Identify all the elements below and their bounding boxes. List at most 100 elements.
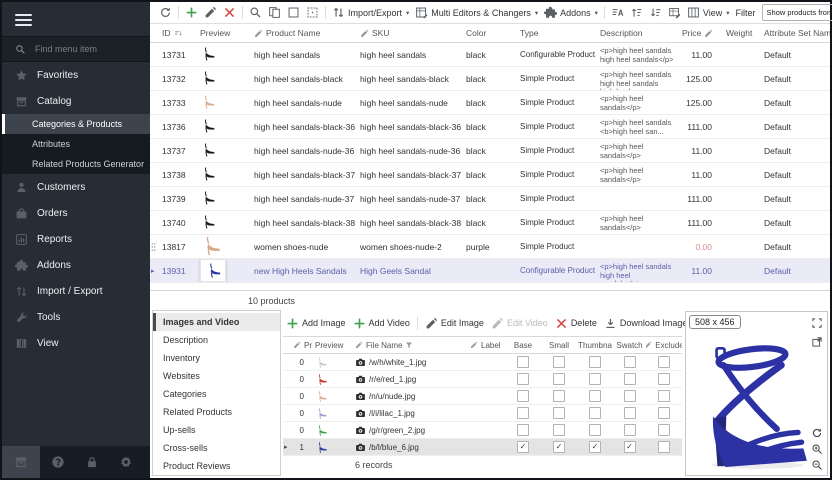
- base-checkbox[interactable]: ✓: [517, 441, 529, 453]
- toolbar-menu-addons[interactable]: Addons▾: [544, 6, 598, 19]
- add-image-button[interactable]: Add Image: [286, 317, 346, 330]
- product-row[interactable]: 13740high heel sandals-black-38high heel…: [150, 211, 830, 235]
- thumbnail-checkbox[interactable]: [589, 407, 601, 419]
- tab-related-products[interactable]: Related Products: [153, 403, 280, 421]
- footer-settings-icon-button[interactable]: [110, 446, 142, 478]
- tab-product-reviews[interactable]: Product Reviews: [153, 457, 280, 475]
- base-checkbox[interactable]: [517, 424, 529, 436]
- column-header-pr[interactable]: Pr: [290, 341, 312, 350]
- product-row[interactable]: 13738high heel sandals-black-37high heel…: [150, 163, 830, 187]
- product-row[interactable]: 13736high heel sandals-black-36high heel…: [150, 115, 830, 139]
- product-row[interactable]: 13737high heel sandals-nude-36high heel …: [150, 139, 830, 163]
- fullscreen-icon[interactable]: [811, 317, 823, 329]
- column-header-price[interactable]: Price: [678, 28, 722, 38]
- sidebar-subitem-categories-products[interactable]: Categories & Products: [2, 114, 150, 134]
- tab-cross-sells[interactable]: Cross-sells: [153, 439, 280, 457]
- select-columns-icon[interactable]: [306, 6, 319, 19]
- footer-store-icon-button[interactable]: [2, 446, 40, 478]
- delete-button[interactable]: Delete: [555, 317, 597, 330]
- column-header-attribute-set-name[interactable]: Attribute Set Name: [760, 28, 830, 38]
- sidebar-item-customers[interactable]: Customers: [2, 174, 150, 200]
- image-row[interactable]: ▸1/b/l/blue_6.jpg✓✓✓✓: [283, 439, 682, 456]
- small-checkbox[interactable]: [553, 390, 565, 402]
- small-checkbox[interactable]: [553, 424, 565, 436]
- product-row[interactable]: 13817women shoes-nudewomen shoes-nude-2p…: [150, 235, 830, 259]
- edit-image-button[interactable]: Edit Image: [425, 317, 484, 330]
- small-checkbox[interactable]: [553, 407, 565, 419]
- small-checkbox[interactable]: [553, 356, 565, 368]
- tab-inventory[interactable]: Inventory: [153, 349, 280, 367]
- rotate-icon[interactable]: [811, 427, 823, 439]
- menu-toggle-button[interactable]: [2, 2, 150, 36]
- toolbar-menu-multi-editors-changers[interactable]: Multi Editors & Changers▾: [415, 6, 538, 19]
- swatch-checkbox[interactable]: [624, 424, 636, 436]
- exclude-checkbox[interactable]: [658, 441, 670, 453]
- image-row[interactable]: 0/r/e/red_1.jpg: [283, 371, 682, 388]
- thumbnail-checkbox[interactable]: [589, 390, 601, 402]
- sidebar-item-reports[interactable]: Reports: [2, 226, 150, 252]
- base-checkbox[interactable]: [517, 373, 529, 385]
- sidebar-item-tools[interactable]: Tools: [2, 304, 150, 330]
- column-header-product-name[interactable]: Product Name: [250, 28, 356, 38]
- sidebar-item-orders[interactable]: Orders: [2, 200, 150, 226]
- column-header-thumbna[interactable]: Thumbna: [577, 341, 613, 350]
- exclude-checkbox[interactable]: [658, 390, 670, 402]
- refresh-icon[interactable]: [159, 6, 172, 19]
- image-row[interactable]: 0/g/r/green_2.jpg: [283, 422, 682, 439]
- column-header-description[interactable]: Description: [596, 28, 678, 38]
- column-header-exclude[interactable]: Exclude: [646, 341, 682, 350]
- small-checkbox[interactable]: ✓: [553, 441, 565, 453]
- product-row[interactable]: 13731high heel sandalshigh heel sandalsb…: [150, 43, 830, 67]
- swatch-checkbox[interactable]: [624, 390, 636, 402]
- tab-websites[interactable]: Websites: [153, 367, 280, 385]
- toolbar-menu-import-export[interactable]: Import/Export▾: [332, 6, 409, 19]
- image-row[interactable]: 0/w/h/white_1.jpg: [283, 354, 682, 371]
- tab-images-and-video[interactable]: Images and Video: [153, 313, 280, 331]
- sidebar-subitem-related-products-generator[interactable]: Related Products Generator: [2, 154, 150, 174]
- footer-help-icon-button[interactable]: [42, 446, 74, 478]
- thumbnail-checkbox[interactable]: [589, 356, 601, 368]
- edit-icon[interactable]: [204, 6, 217, 19]
- base-checkbox[interactable]: [517, 390, 529, 402]
- swatch-checkbox[interactable]: [624, 373, 636, 385]
- image-row[interactable]: 0/l/i/lilac_1.jpg: [283, 405, 682, 422]
- filter-text-icon[interactable]: [611, 6, 624, 19]
- expand-down-icon[interactable]: [649, 6, 662, 19]
- swatch-checkbox[interactable]: [624, 407, 636, 419]
- base-checkbox[interactable]: [517, 407, 529, 419]
- duplicate-icon[interactable]: [268, 6, 281, 19]
- add-video-button[interactable]: Add Video: [353, 317, 410, 330]
- thumbnail-checkbox[interactable]: [589, 373, 601, 385]
- delete-icon[interactable]: [223, 6, 236, 19]
- exclude-checkbox[interactable]: [658, 407, 670, 419]
- footer-lock-icon-button[interactable]: [76, 446, 108, 478]
- add-icon[interactable]: [185, 6, 198, 19]
- product-row[interactable]: 13739high heel sandals-nude-37high heel …: [150, 187, 830, 211]
- exclude-checkbox[interactable]: [658, 356, 670, 368]
- tab-description[interactable]: Description: [153, 331, 280, 349]
- column-header-weight[interactable]: Weight: [722, 28, 760, 38]
- column-header-color[interactable]: Color: [462, 28, 516, 38]
- zoom-out-icon[interactable]: [811, 459, 823, 471]
- small-checkbox[interactable]: [553, 373, 565, 385]
- exclude-checkbox[interactable]: [658, 424, 670, 436]
- edit-video-button[interactable]: Edit Video: [491, 317, 548, 330]
- uncheck-icon[interactable]: [287, 6, 300, 19]
- exclude-checkbox[interactable]: [658, 373, 670, 385]
- column-header-preview[interactable]: Preview: [196, 28, 250, 38]
- thumbnail-checkbox[interactable]: [589, 424, 601, 436]
- column-header-type[interactable]: Type: [516, 28, 596, 38]
- tab-categories[interactable]: Categories: [153, 385, 280, 403]
- sidebar-item-catalog[interactable]: Catalog: [2, 88, 150, 114]
- toolbar-menu-view[interactable]: View▾: [687, 6, 730, 19]
- column-header-id[interactable]: ID: [158, 28, 196, 38]
- image-row[interactable]: 0/n/u/nude.jpg: [283, 388, 682, 405]
- category-filter-select[interactable]: Show products from selected categories▾: [762, 4, 832, 21]
- image-size-input[interactable]: 508 x 456: [689, 315, 741, 329]
- column-header-small[interactable]: Small: [541, 341, 577, 350]
- column-header-sku[interactable]: SKU: [356, 28, 462, 38]
- swatch-checkbox[interactable]: [624, 356, 636, 368]
- zoom-in-icon[interactable]: [811, 443, 823, 455]
- tab-up-sells[interactable]: Up-sells: [153, 421, 280, 439]
- sidebar-item-favorites[interactable]: Favorites: [2, 62, 150, 88]
